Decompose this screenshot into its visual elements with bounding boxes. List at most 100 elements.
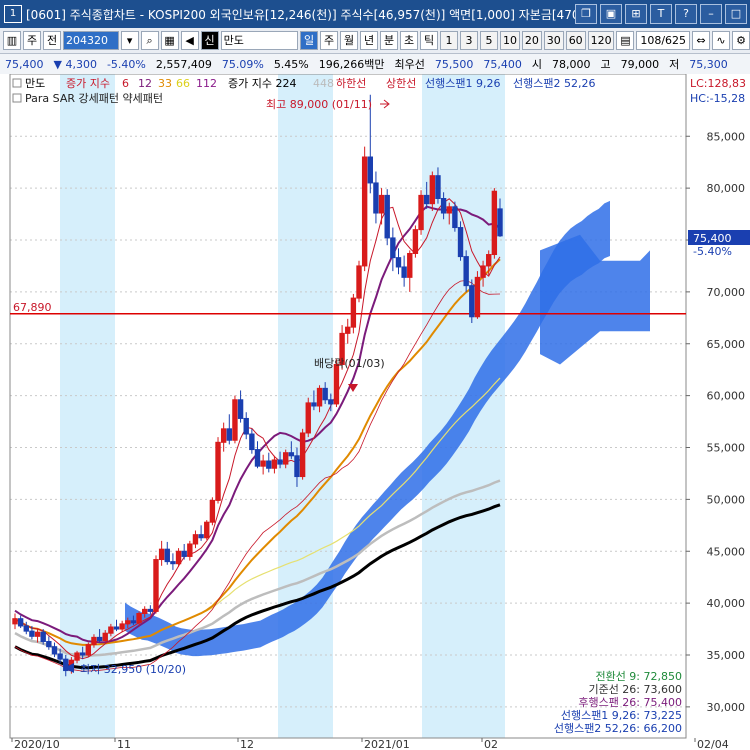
maximize-icon[interactable]: □ (725, 4, 747, 24)
legend-box (12, 78, 22, 88)
candle (407, 252, 413, 278)
period-year-button[interactable]: 년 (360, 31, 379, 50)
chart-type-icon[interactable]: ▥ (3, 31, 21, 50)
low-price: 75,300 (689, 57, 728, 71)
candle (102, 632, 108, 641)
sound-icon[interactable]: ◀ (180, 31, 199, 50)
x-tick-label: 11 (117, 738, 131, 750)
stock-code-input[interactable]: 204320 (63, 31, 119, 50)
period-second-button[interactable]: 초 (400, 31, 419, 50)
legend-price-ma-label: 증가 지수 224 (228, 77, 296, 90)
candle (237, 399, 244, 419)
period-day-button[interactable]: 일 (300, 31, 319, 50)
best-quote-label: 최우선 (394, 58, 425, 71)
readout-conversion: 전환선 9: 72,850 (595, 670, 682, 683)
tile-icon[interactable]: ⊞ (625, 4, 647, 24)
calendar-icon[interactable]: ▤ (616, 31, 635, 50)
candle (125, 620, 131, 625)
interval-5-button[interactable]: 5 (480, 31, 499, 50)
new-badge: 신 (200, 31, 219, 50)
candle (469, 285, 475, 318)
market-select[interactable]: 주 (23, 31, 41, 50)
candle (51, 646, 58, 655)
minimize-icon[interactable]: – (700, 4, 722, 24)
candle (29, 630, 35, 637)
best-sell-price: 75,500 (434, 57, 474, 71)
link-icon[interactable]: ▣ (600, 4, 622, 24)
shade-band (278, 74, 333, 738)
price-tag-value: 75,400 (693, 232, 732, 245)
zoom-out-icon[interactable]: ⇔ (692, 31, 711, 50)
period-month-button[interactable]: 월 (340, 31, 359, 50)
candle (204, 521, 210, 539)
candle (440, 198, 447, 214)
help-icon[interactable]: ? (675, 4, 697, 24)
candle (333, 364, 340, 405)
candle (429, 175, 436, 205)
candle (316, 387, 323, 407)
legend-ma-66: 66 (176, 77, 190, 90)
market-kind-select[interactable]: 전 (43, 31, 61, 50)
window-number: 1 (4, 5, 22, 23)
interval-1-button[interactable]: 1 (440, 31, 459, 50)
candle (198, 534, 204, 539)
candle (435, 175, 441, 200)
period-tick-button[interactable]: 틱 (420, 31, 439, 50)
interval-60-button[interactable]: 60 (565, 31, 586, 50)
legend-lower-limit: 하한선 (336, 76, 366, 90)
candle (79, 652, 86, 656)
restore-icon[interactable]: ❐ (575, 4, 597, 24)
candle (46, 641, 52, 648)
candle (282, 452, 289, 465)
legend-price-ma-448: 448 (313, 77, 334, 90)
settings-icon[interactable]: ⚙ (732, 31, 750, 50)
candle (311, 402, 317, 407)
legend-sar: Para SAR 강세패턴 약세패턴 (25, 91, 163, 105)
candle (266, 460, 272, 469)
candle (243, 417, 249, 435)
interval-30-button[interactable]: 30 (543, 31, 564, 50)
candle (153, 559, 159, 612)
code-dropdown-icon[interactable]: ▾ (120, 31, 139, 50)
t-icon[interactable]: T (650, 4, 672, 24)
candle (322, 387, 328, 401)
y-tick-label: 50,000 (707, 493, 746, 506)
candle (142, 608, 148, 614)
candle (12, 618, 18, 625)
candle (260, 460, 266, 467)
interval-10-button[interactable]: 10 (500, 31, 520, 50)
candle (356, 265, 362, 299)
lc-value: LC:128,83 (690, 77, 746, 90)
count-field[interactable]: 108/625 (636, 31, 691, 50)
price-change-pct: -5.40% (106, 57, 146, 71)
stock-name-field[interactable]: 만도 (220, 31, 299, 50)
y-tick-label: 35,000 (707, 649, 746, 662)
period-minute-button[interactable]: 분 (380, 31, 399, 50)
candle (113, 626, 120, 630)
candle (497, 208, 503, 237)
search-icon[interactable]: ⌕ (140, 31, 159, 50)
draw-icon[interactable]: ∿ (712, 31, 731, 50)
candle (474, 276, 481, 318)
readout-span2: 선행스팬2 52,26: 66,200 (554, 722, 682, 735)
interval-120-button[interactable]: 120 (587, 31, 615, 50)
candle (271, 459, 278, 469)
candle (187, 543, 193, 557)
legend-ma-33: 33 (158, 77, 172, 90)
interval-3-button[interactable]: 3 (460, 31, 479, 50)
interval-20-button[interactable]: 20 (521, 31, 542, 50)
candlestick-chart[interactable]: 30,000 35,000 40,000 45,000 50,000 55,000 60,0… (0, 74, 750, 750)
candle (305, 402, 311, 434)
candle (361, 156, 368, 267)
chart-icon[interactable]: ▦ (160, 31, 179, 50)
period-week-button[interactable]: 주 (320, 31, 339, 50)
high-label: 고 (600, 58, 611, 71)
x-tick-label: 02 (484, 738, 498, 750)
candle (108, 626, 114, 634)
legend-ma-6: 6 (122, 77, 129, 90)
high-price: 79,000 (620, 57, 660, 71)
candle (181, 550, 187, 557)
chart-toolbar: ▥ 주 전 204320 ▾ ⌕ ▦ ◀ 신 만도 일 주 월 년 분 초 틱 … (0, 28, 750, 54)
y-tick-label: 80,000 (707, 182, 746, 195)
trade-amount: 196,266백만 (318, 58, 385, 71)
